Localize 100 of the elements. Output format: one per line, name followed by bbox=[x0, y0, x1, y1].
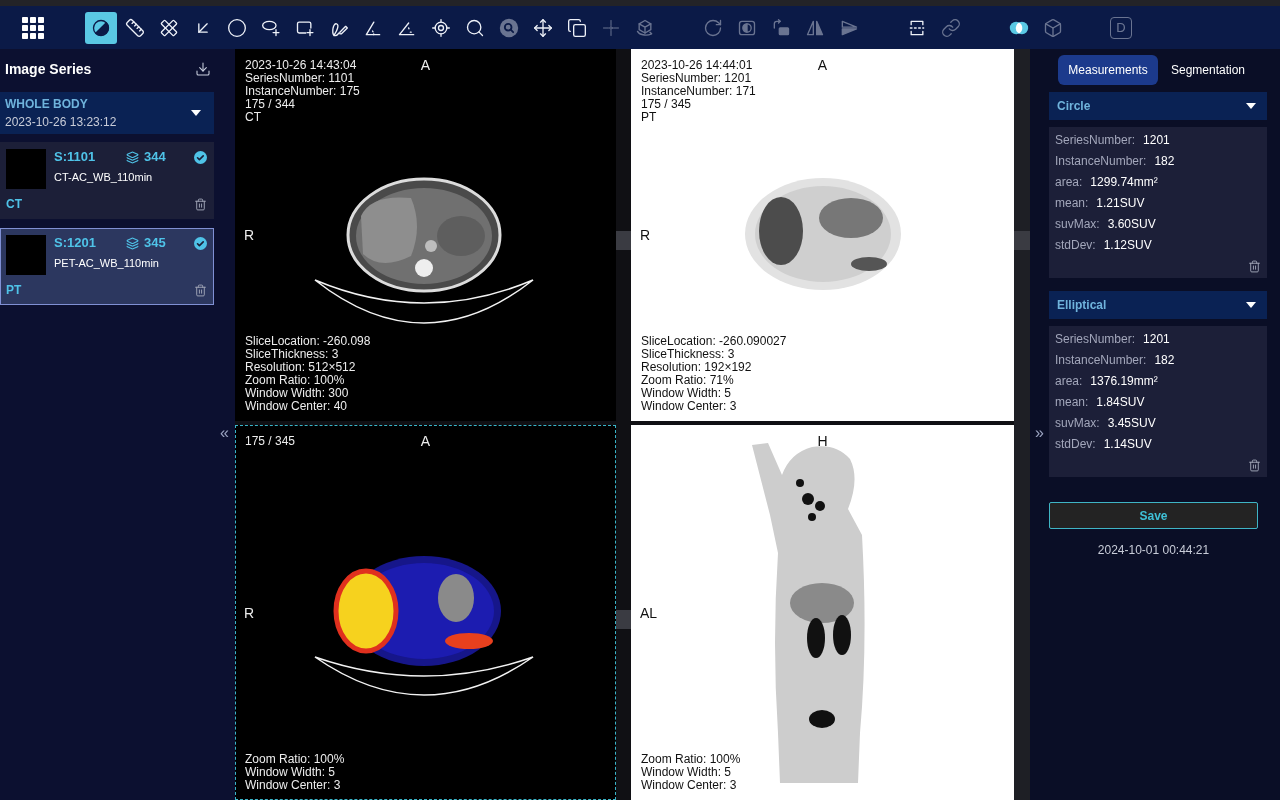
overlay-text: SliceThickness: 3 bbox=[245, 348, 340, 361]
study-header[interactable]: WHOLE BODY 2023-10-26 13:23:12 bbox=[0, 92, 214, 134]
stacked-squares-icon bbox=[567, 17, 587, 38]
resize-handle[interactable] bbox=[616, 609, 631, 629]
overlay-text: Resolution: 192×192 bbox=[641, 361, 753, 374]
measurement-value: 1.12SUV bbox=[1103, 236, 1152, 254]
download-button[interactable] bbox=[194, 60, 212, 78]
measurement-header[interactable]: Elliptical bbox=[1049, 291, 1267, 319]
cube-icon bbox=[1043, 17, 1063, 38]
measurement-value: 182 bbox=[1154, 351, 1175, 369]
image-count: 344 bbox=[144, 148, 166, 167]
crosshair-target-icon bbox=[431, 17, 451, 38]
search-icon bbox=[465, 17, 485, 38]
overlay-text: Window Center: 3 bbox=[245, 779, 342, 792]
modality-label: PT bbox=[6, 282, 22, 299]
overlay-text: Resolution: 512×512 bbox=[245, 361, 357, 374]
series-description: PET-AC_WB_110min bbox=[54, 257, 160, 270]
measurement-label: stdDev: bbox=[1055, 236, 1096, 254]
series-card[interactable]: S:1101 344 CT-AC_WB_110min CT bbox=[0, 142, 214, 219]
circle-icon bbox=[227, 17, 247, 38]
measurement-value: 1376.19mm² bbox=[1090, 372, 1158, 390]
measurement-value: 1299.74mm² bbox=[1090, 173, 1158, 191]
collapse-button[interactable]: « bbox=[220, 425, 229, 441]
study-date: 2023-10-26 13:23:12 bbox=[5, 115, 117, 129]
menu-button[interactable] bbox=[22, 16, 44, 39]
overlay-text: CT bbox=[245, 111, 262, 124]
orientation-label: A bbox=[420, 433, 431, 449]
trash-icon bbox=[1247, 259, 1261, 273]
measurement-label: area: bbox=[1055, 372, 1083, 390]
caret-down-icon bbox=[1246, 103, 1256, 109]
delete-button[interactable] bbox=[193, 283, 207, 297]
rotate-square-icon bbox=[771, 17, 791, 38]
resize-handle[interactable] bbox=[616, 231, 631, 250]
download-icon bbox=[195, 61, 211, 77]
overlay-text: Zoom Ratio: 100% bbox=[245, 374, 346, 387]
overlay-text: Window Center: 40 bbox=[245, 400, 349, 413]
measurement-value: 3.45SUV bbox=[1107, 414, 1156, 432]
measurement-label: suvMax: bbox=[1055, 414, 1100, 432]
measurement-title: Elliptical bbox=[1057, 297, 1107, 314]
delete-button[interactable] bbox=[193, 197, 207, 211]
grid-icon bbox=[22, 16, 44, 39]
measurement-header[interactable]: Circle bbox=[1049, 92, 1267, 120]
overlay-text: Zoom Ratio: 100% bbox=[245, 753, 345, 766]
layers-icon bbox=[126, 236, 139, 250]
orientation-label: R bbox=[244, 227, 255, 243]
orientation-label: R bbox=[640, 227, 651, 243]
caret-down-icon bbox=[1246, 302, 1256, 308]
overlay-text: Window Width: 5 bbox=[641, 766, 733, 779]
overlay-text: Window Width: 5 bbox=[641, 387, 733, 400]
measurement-label: area: bbox=[1055, 173, 1083, 191]
expand-button[interactable]: » bbox=[1035, 425, 1044, 441]
measurement-title: Circle bbox=[1057, 98, 1091, 115]
delete-button[interactable] bbox=[1247, 458, 1261, 472]
measurement-value: 182 bbox=[1154, 152, 1175, 170]
orientation-label: A bbox=[420, 57, 431, 73]
tab[interactable]: Measurements bbox=[1058, 55, 1158, 85]
measurement-value: 1.14SUV bbox=[1103, 435, 1152, 453]
ruler-icon bbox=[125, 17, 145, 38]
overlay-text: Window Center: 3 bbox=[641, 400, 738, 413]
delete-button[interactable] bbox=[1247, 259, 1261, 273]
resize-handle[interactable] bbox=[1014, 231, 1030, 250]
overlay-text: 2023-10-26 14:43:04 bbox=[245, 59, 358, 72]
orientation-label: H bbox=[817, 433, 828, 449]
series-description: CT-AC_WB_110min bbox=[54, 171, 154, 184]
modality-label: CT bbox=[6, 196, 22, 213]
overlay-text: InstanceNumber: 171 bbox=[641, 85, 756, 98]
sidebar-title: Image Series bbox=[5, 59, 92, 79]
move-icon bbox=[533, 17, 553, 38]
thumbnail-placeholder bbox=[6, 235, 46, 275]
save-button[interactable]: Save bbox=[1049, 502, 1258, 529]
trash-icon bbox=[193, 197, 207, 211]
link-icon bbox=[941, 17, 961, 38]
overlay-text: Window Width: 300 bbox=[245, 387, 350, 400]
measurement-label: mean: bbox=[1055, 194, 1089, 212]
measurement-value: 1201 bbox=[1143, 131, 1170, 149]
overlay-text: Window Center: 3 bbox=[641, 779, 738, 792]
study-name: WHOLE BODY bbox=[5, 97, 89, 111]
overlay-text: 175 / 344 bbox=[245, 98, 297, 111]
overlay-text: InstanceNumber: 175 bbox=[245, 85, 360, 98]
series-number: S:1101 bbox=[54, 148, 97, 167]
measurement-label: SeriesNumber: bbox=[1055, 330, 1136, 348]
overlay-text: SeriesNumber: 1201 bbox=[641, 72, 753, 85]
measurement-label: stdDev: bbox=[1055, 435, 1096, 453]
measurement-label: SeriesNumber: bbox=[1055, 131, 1136, 149]
orientation-label: R bbox=[244, 604, 255, 621]
trash-icon bbox=[1247, 458, 1261, 472]
overlay-text: SliceThickness: 3 bbox=[641, 348, 736, 361]
measurement-label: InstanceNumber: bbox=[1055, 351, 1147, 369]
crossed-rulers-icon bbox=[159, 17, 179, 38]
toolbar-button[interactable] bbox=[85, 11, 117, 44]
tab[interactable]: Segmentation bbox=[1158, 55, 1258, 85]
measurement-value: 1.21SUV bbox=[1096, 194, 1145, 212]
overlay-text: 175 / 345 bbox=[641, 98, 693, 111]
measurement-value: 1201 bbox=[1143, 330, 1170, 348]
magnifier-disc-icon bbox=[499, 17, 519, 38]
measurement-value: 3.60SUV bbox=[1107, 215, 1156, 233]
series-number: S:1201 bbox=[54, 234, 97, 253]
image-count: 345 bbox=[144, 234, 166, 253]
series-card[interactable]: S:1201 345 PET-AC_WB_110min PT bbox=[0, 228, 214, 305]
cube-rotate-icon bbox=[635, 17, 655, 38]
